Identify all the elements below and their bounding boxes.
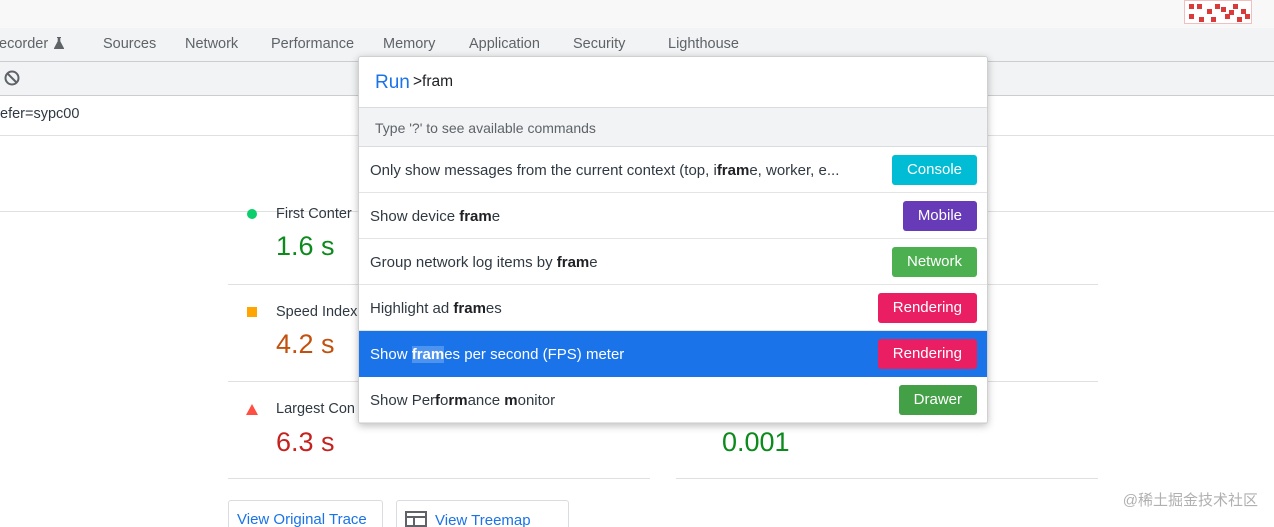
view-treemap-label: View Treemap: [435, 512, 531, 527]
view-original-trace-button[interactable]: View Original Trace: [228, 500, 383, 527]
command-item-title: Highlight ad frames: [370, 300, 502, 317]
command-item[interactable]: Highlight ad frames Rendering: [359, 285, 987, 331]
command-item[interactable]: Group network log items by frame Network: [359, 239, 987, 285]
metric-fcp-label: First Conter: [276, 206, 352, 222]
tab-sources[interactable]: Sources: [103, 36, 156, 52]
tab-performance[interactable]: Performance: [271, 36, 354, 52]
command-item-title: Show device frame: [370, 208, 501, 225]
command-hint-text: Type '?' to see available commands: [375, 120, 596, 136]
command-item-selected[interactable]: Show frames per second (FPS) meter Rende…: [359, 331, 987, 377]
command-item[interactable]: Show device frame Mobile: [359, 193, 987, 239]
metric-lcp-value: 6.3 s: [276, 427, 335, 457]
page-top-strip: [0, 0, 1274, 28]
view-original-trace-label: View Original Trace: [237, 511, 367, 527]
command-item-title: Show Performance monitor: [370, 392, 556, 409]
tab-security[interactable]: Security: [573, 36, 625, 52]
view-treemap-button[interactable]: View Treemap: [396, 500, 569, 527]
category-badge: Console: [891, 155, 977, 185]
tab-recorder-label: ecorder: [0, 36, 49, 52]
tab-recorder[interactable]: ecorder: [0, 36, 65, 52]
command-item[interactable]: Only show messages from the current cont…: [359, 147, 987, 193]
category-badge: Mobile: [902, 201, 977, 231]
command-item[interactable]: Show Performance monitor Drawer: [359, 377, 987, 423]
poor-metric-icon: [246, 404, 258, 415]
command-item-title: Only show messages from the current cont…: [370, 162, 840, 179]
category-badge: Network: [891, 247, 977, 277]
command-search-input[interactable]: >fram: [413, 73, 453, 91]
command-menu: Run >fram Type '?' to see available comm…: [358, 56, 988, 424]
command-hint: Type '?' to see available commands: [359, 108, 987, 147]
good-metric-icon: [247, 209, 257, 219]
tab-memory[interactable]: Memory: [383, 36, 435, 52]
metric-si-label: Speed Index: [276, 304, 358, 320]
qr-code-image: [1184, 0, 1252, 24]
category-badge: Rendering: [877, 339, 977, 369]
flask-icon: [54, 37, 65, 49]
command-item-title: Show frames per second (FPS) meter: [370, 346, 625, 363]
watermark: @稀土掘金技术社区: [1122, 492, 1258, 509]
metric-divider: [228, 478, 650, 479]
category-badge: Drawer: [898, 385, 977, 415]
metric-lcp-label: Largest Con: [276, 401, 355, 417]
metric-fcp-value: 1.6 s: [276, 231, 335, 261]
metric-divider: [676, 478, 1098, 479]
metric-cls-value: 0.001: [722, 427, 790, 457]
report-url: efer=sypc00: [0, 106, 80, 122]
tab-lighthouse[interactable]: Lighthouse: [668, 36, 739, 52]
average-metric-icon: [247, 307, 257, 317]
command-prompt-label: Run: [375, 72, 410, 93]
tab-network[interactable]: Network: [185, 36, 238, 52]
command-input-row[interactable]: Run >fram: [359, 57, 987, 108]
tab-application[interactable]: Application: [469, 36, 540, 52]
command-item-title: Group network log items by frame: [370, 254, 598, 271]
category-badge: Rendering: [877, 293, 977, 323]
metric-si-value: 4.2 s: [276, 329, 335, 359]
clear-icon[interactable]: [4, 70, 20, 86]
treemap-icon: [405, 511, 427, 527]
